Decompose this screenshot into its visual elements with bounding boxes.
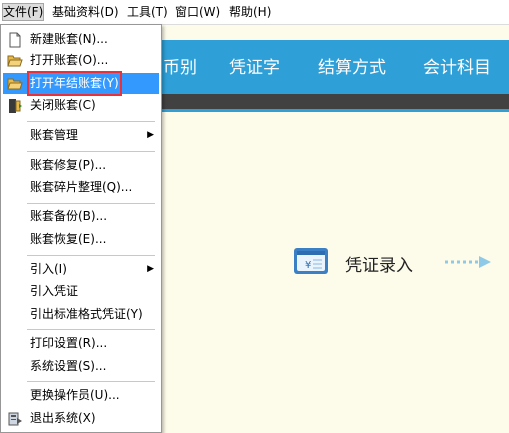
menu-item-label: 关闭账套(C) [30, 98, 96, 112]
menu-basic-data[interactable]: 基础资料(D) [52, 4, 119, 20]
arrow-right-icon [445, 256, 491, 268]
menu-item-label: 新建账套(N)... [30, 32, 108, 46]
menu-bar: 文件(F) 基础资料(D) 工具(T) 窗口(W) 帮助(H) [0, 0, 509, 25]
exit-icon [8, 412, 22, 426]
menu-separator [27, 203, 155, 204]
menu-separator [27, 121, 155, 122]
menu-window[interactable]: 窗口(W) [175, 4, 220, 20]
menu-tools[interactable]: 工具(T) [127, 4, 168, 20]
menu-item-repair-account-set[interactable]: 账套修复(P)... [3, 155, 159, 176]
menu-item-label: 引入(I) [30, 262, 67, 276]
menu-item-exit-system[interactable]: 退出系统(X) [3, 408, 159, 429]
menu-item-label: 引入凭证 [30, 284, 79, 298]
submenu-arrow-icon: ▶ [147, 130, 154, 140]
menu-item-print-settings[interactable]: 打印设置(R)... [3, 333, 159, 354]
menu-item-close-account-set[interactable]: 关闭账套(C) [3, 95, 159, 116]
file-dropdown-menu: 新建账套(N)... 打开账套(O)... 打开年结账套(Y) 关闭账套(C) … [0, 24, 162, 433]
menu-separator [27, 381, 155, 382]
close-door-icon [9, 99, 22, 113]
menu-item-label: 退出系统(X) [30, 411, 96, 425]
menu-item-label: 账套管理 [30, 128, 79, 142]
menu-item-import-voucher[interactable]: 引入凭证 [3, 281, 159, 302]
tab-account-subjects[interactable]: 会计科目 [423, 57, 491, 79]
menu-item-label: 账套恢复(E)... [30, 232, 107, 246]
voucher-entry-shortcut[interactable]: ¥ 凭证录入 [293, 246, 493, 278]
menu-help[interactable]: 帮助(H) [229, 4, 271, 20]
tab-currency[interactable]: 币别 [163, 57, 197, 79]
menu-separator [27, 255, 155, 256]
voucher-entry-label[interactable]: 凭证录入 [345, 251, 413, 276]
menu-item-defragment-account-set[interactable]: 账套碎片整理(Q)... [3, 177, 159, 198]
menu-item-new-account-set[interactable]: 新建账套(N)... [3, 29, 159, 50]
menu-item-label: 更换操作员(U)... [30, 388, 120, 402]
menu-file[interactable]: 文件(F) [1, 3, 45, 21]
voucher-icon: ¥ [294, 248, 328, 274]
menu-separator [27, 329, 155, 330]
menu-item-backup-account-set[interactable]: 账套备份(B)... [3, 206, 159, 227]
menu-item-label: 引出标准格式凭证(Y) [30, 307, 143, 321]
menu-item-label: 账套修复(P)... [30, 158, 107, 172]
menu-item-label: 账套碎片整理(Q)... [30, 180, 133, 194]
open-folder-icon [7, 55, 23, 67]
new-document-icon [9, 32, 21, 48]
menu-item-label: 打印设置(R)... [30, 336, 108, 350]
menu-item-account-set-management[interactable]: 账套管理 ▶ [3, 125, 159, 146]
menu-item-label: 账套备份(B)... [30, 209, 108, 223]
menu-item-label: 系统设置(S)... [30, 359, 107, 373]
svg-text:¥: ¥ [305, 260, 311, 271]
menu-item-export-standard-voucher[interactable]: 引出标准格式凭证(Y) [3, 304, 159, 325]
tab-settlement-method[interactable]: 结算方式 [318, 57, 386, 79]
submenu-arrow-icon: ▶ [147, 264, 154, 274]
menu-separator [27, 151, 155, 152]
open-folder-icon [7, 78, 23, 90]
menu-item-import[interactable]: 引入(I) ▶ [3, 259, 159, 280]
menu-item-change-operator[interactable]: 更换操作员(U)... [3, 385, 159, 406]
menu-item-label: 打开年结账套(Y) [27, 71, 122, 96]
menu-item-open-year-end-set[interactable]: 打开年结账套(Y) [3, 71, 159, 96]
menu-item-label: 打开账套(O)... [30, 53, 109, 67]
menu-item-restore-account-set[interactable]: 账套恢复(E)... [3, 229, 159, 250]
menu-item-system-settings[interactable]: 系统设置(S)... [3, 356, 159, 377]
menu-item-open-account-set[interactable]: 打开账套(O)... [3, 50, 159, 71]
tab-voucher-word[interactable]: 凭证字 [229, 57, 280, 79]
